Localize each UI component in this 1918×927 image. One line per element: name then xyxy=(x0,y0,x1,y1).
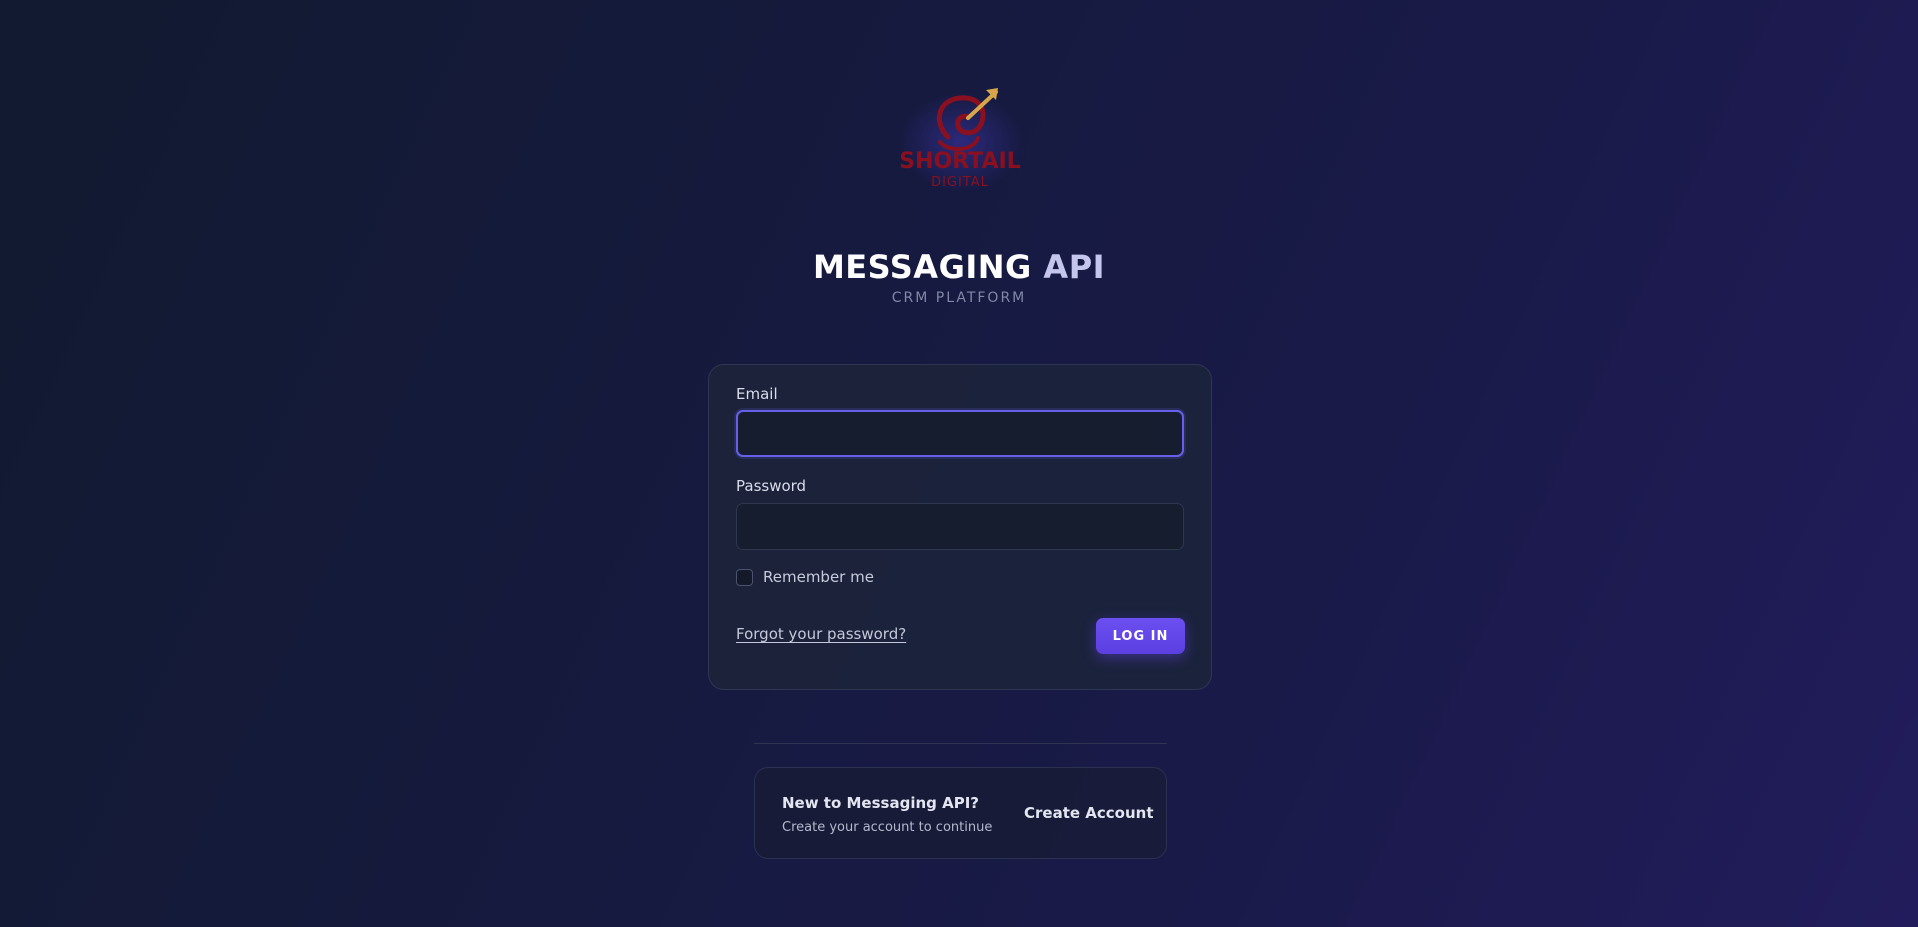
forgot-password-link[interactable]: Forgot your password? xyxy=(736,625,906,643)
title-main: MESSAGING xyxy=(812,248,1032,286)
shortail-digital-logo-icon: SHORTAIL DIGITAL xyxy=(899,88,1021,190)
page-title: MESSAGING API xyxy=(0,248,1918,286)
title-accent: API xyxy=(1043,248,1106,286)
signup-subtitle: Create your account to continue xyxy=(782,820,993,835)
signup-panel: New to Messaging API? Create your accoun… xyxy=(754,767,1167,859)
section-divider xyxy=(754,743,1167,744)
login-card: Email Password Remember me Forgot your p… xyxy=(708,364,1212,690)
signup-title: New to Messaging API? xyxy=(782,794,979,812)
logo-tagline: DIGITAL xyxy=(931,175,989,190)
email-field[interactable] xyxy=(736,410,1184,457)
password-field[interactable] xyxy=(736,503,1184,550)
brand-logo: SHORTAIL DIGITAL xyxy=(888,82,1033,200)
create-account-link[interactable]: Create Account xyxy=(1024,804,1154,822)
login-button[interactable]: LOG IN xyxy=(1096,618,1185,654)
remember-me-label[interactable]: Remember me xyxy=(763,568,874,586)
logo-name: SHORTAIL xyxy=(899,149,1020,174)
remember-me-checkbox[interactable] xyxy=(736,569,753,586)
password-label: Password xyxy=(736,477,807,495)
email-label: Email xyxy=(736,385,778,403)
page-subtitle: CRM PLATFORM xyxy=(891,290,1027,306)
